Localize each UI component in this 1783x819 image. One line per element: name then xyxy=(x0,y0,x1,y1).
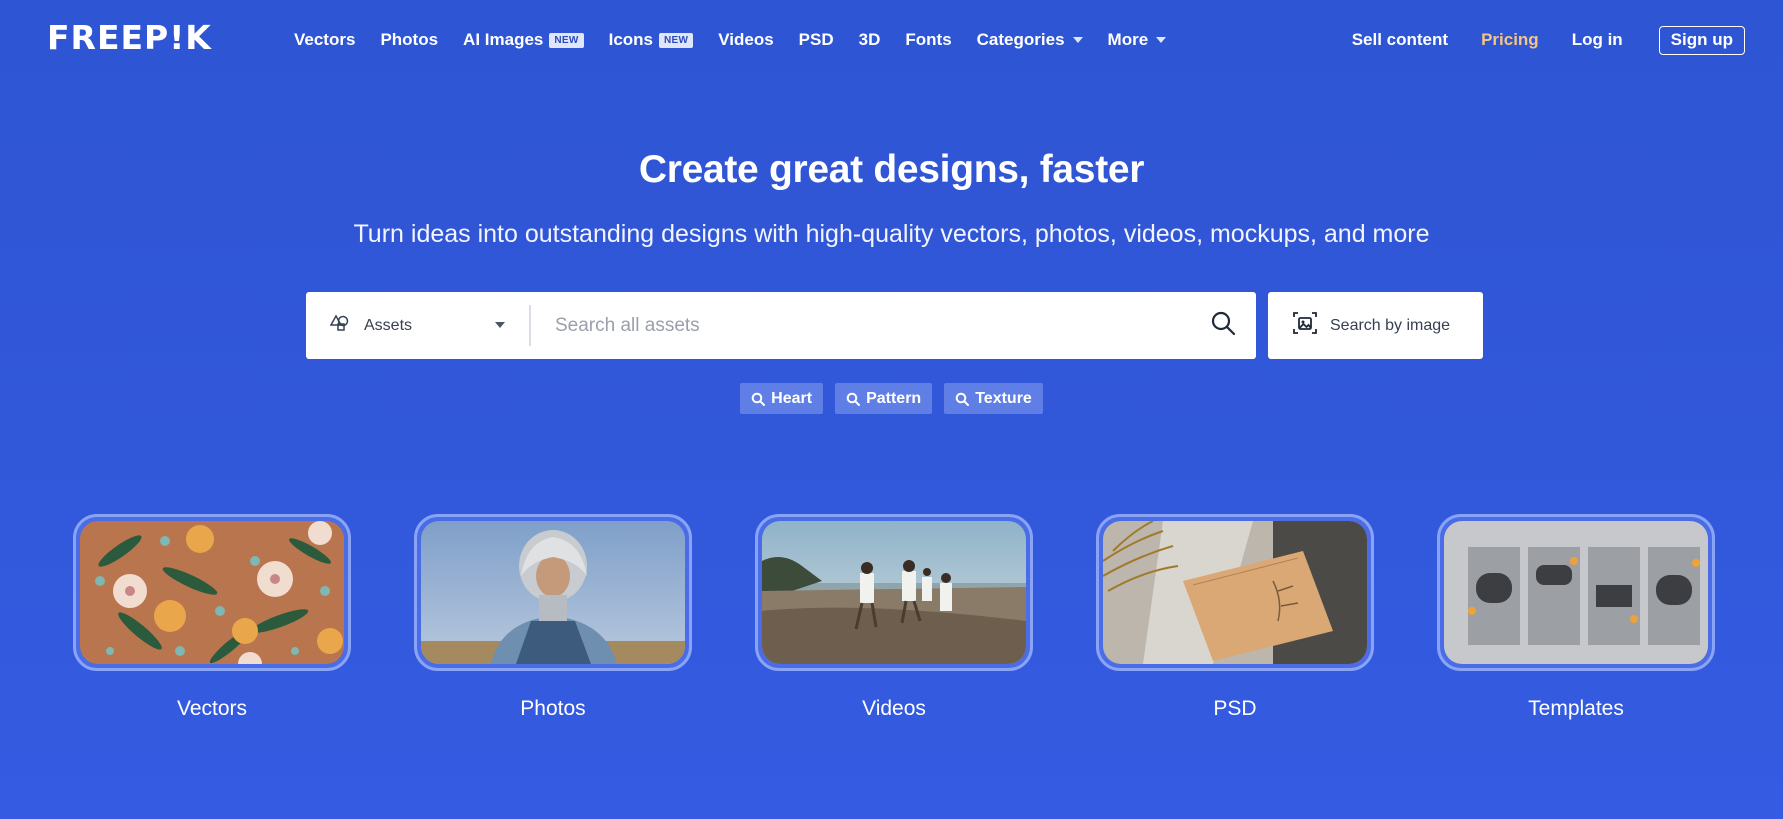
hero-subtitle: Turn ideas into outstanding designs with… xyxy=(353,220,1430,248)
asset-type-select[interactable]: Assets xyxy=(306,305,531,346)
category-videos[interactable]: Videos xyxy=(755,514,1033,721)
tag-pattern[interactable]: Pattern xyxy=(835,383,933,414)
nav-videos[interactable]: Videos xyxy=(718,30,773,50)
caret-down-icon xyxy=(1156,37,1167,43)
category-thumbnail-frame xyxy=(1437,514,1715,671)
pricing-link[interactable]: Pricing xyxy=(1481,30,1539,50)
search-by-image-label: Search by image xyxy=(1330,316,1451,334)
nav-label: Icons xyxy=(608,30,653,49)
search-input[interactable] xyxy=(531,292,1190,359)
nav-label: 3D xyxy=(858,30,881,49)
tag-label: Pattern xyxy=(866,389,922,407)
category-thumbnail-frame xyxy=(414,514,692,671)
image-search-icon xyxy=(1292,310,1318,341)
category-label: Vectors xyxy=(176,697,248,720)
category-thumbnail-frame xyxy=(755,514,1033,671)
search-bar: Assets xyxy=(306,292,1256,359)
category-label: Templates xyxy=(1528,697,1624,720)
category-thumbnail-frame xyxy=(73,514,351,671)
nav-label: Videos xyxy=(718,30,774,49)
search-icon xyxy=(751,392,766,406)
search-by-image-button[interactable]: Search by image xyxy=(1268,292,1483,359)
top-header: FREEP!K Vectors Photos AI Images NEW Icon… xyxy=(0,0,1783,80)
nav-ai-images[interactable]: AI Images NEW xyxy=(463,30,584,50)
new-badge: NEW xyxy=(659,32,694,48)
caret-down-icon xyxy=(1072,37,1083,43)
search-icon xyxy=(1210,310,1236,341)
category-templates[interactable]: Templates xyxy=(1437,514,1715,721)
videos-thumbnail xyxy=(762,521,1026,664)
header-actions: Sell content Pricing Log in Sign up xyxy=(1319,25,1745,55)
nav-3d[interactable]: 3D xyxy=(859,30,881,50)
category-vectors[interactable]: Vectors xyxy=(73,514,351,721)
search-icon xyxy=(846,392,861,406)
photos-thumbnail xyxy=(421,521,685,664)
category-label: PSD xyxy=(1213,697,1257,720)
nav-more-dropdown[interactable]: More xyxy=(1108,30,1167,50)
category-photos[interactable]: Photos xyxy=(414,514,692,721)
nav-psd[interactable]: PSD xyxy=(799,30,834,50)
nav-photos[interactable]: Photos xyxy=(380,30,438,50)
psd-thumbnail xyxy=(1103,521,1367,664)
category-label: Videos xyxy=(862,697,926,720)
nav-label: Vectors xyxy=(294,30,356,49)
search-button[interactable] xyxy=(1190,292,1256,359)
nav-label: Fonts xyxy=(905,30,952,49)
nav-icons[interactable]: Icons NEW xyxy=(609,30,694,50)
nav-categories-dropdown[interactable]: Categories xyxy=(977,30,1083,50)
nav-label: Photos xyxy=(380,30,439,49)
nav-label: PSD xyxy=(798,30,834,49)
main-nav: Vectors Photos AI Images NEW Icons NEW Vid… xyxy=(294,28,1191,52)
chevron-down-icon xyxy=(495,322,505,328)
asset-type-label: Assets xyxy=(364,316,413,334)
tag-heart[interactable]: Heart xyxy=(740,383,824,414)
tag-label: Heart xyxy=(771,389,813,407)
category-psd[interactable]: PSD xyxy=(1096,514,1374,721)
nav-fonts[interactable]: Fonts xyxy=(905,30,951,50)
nav-label: More xyxy=(1107,30,1149,49)
nav-vectors[interactable]: Vectors xyxy=(294,30,355,50)
shapes-icon xyxy=(329,314,350,337)
tag-label: Texture xyxy=(975,389,1032,407)
category-thumbnail-frame xyxy=(1096,514,1374,671)
nav-label: AI Images xyxy=(463,30,544,49)
nav-label: Categories xyxy=(976,30,1065,49)
category-cards: Vectors Photos Videos PSD Templates xyxy=(73,514,1715,724)
hero-title: Create great designs, faster xyxy=(638,148,1145,191)
new-badge: NEW xyxy=(549,32,584,48)
search-icon xyxy=(955,392,970,406)
freepik-logo[interactable]: FREEP!K xyxy=(47,21,212,54)
tag-texture[interactable]: Texture xyxy=(944,383,1043,414)
suggested-tags: Heart Pattern Texture xyxy=(0,383,1783,414)
signup-button[interactable]: Sign up xyxy=(1658,25,1745,55)
templates-thumbnail xyxy=(1444,521,1708,664)
login-link[interactable]: Log in xyxy=(1572,30,1623,50)
category-label: Photos xyxy=(520,697,586,720)
vectors-thumbnail xyxy=(80,521,344,664)
sell-content-link[interactable]: Sell content xyxy=(1352,30,1448,50)
